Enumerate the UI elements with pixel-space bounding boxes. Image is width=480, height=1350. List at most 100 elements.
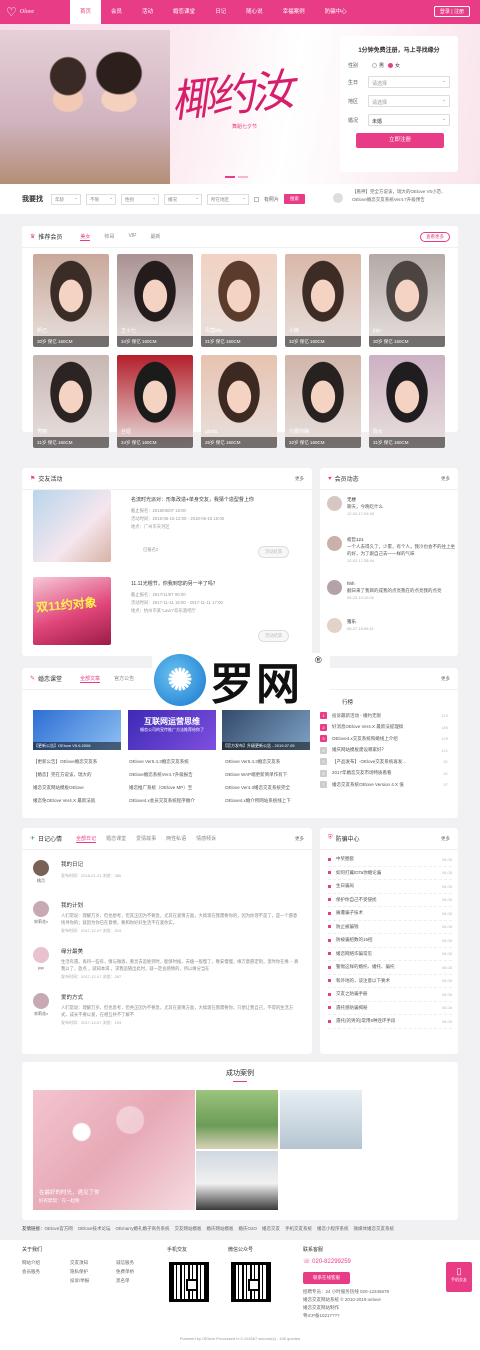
article-link[interactable]: 【更新公告】OElove婚恋交友系 (33, 756, 125, 767)
diary-item[interactable]: 宋莉花v 爱的方式 人们常说：理解万岁，但也思考，但共正因为不要急，尤其在爱情方面，… (33, 993, 301, 1026)
diary-title[interactable]: 爱的方式 (61, 993, 301, 1001)
member-card[interactable]: 只要你确 32岁 保亿 160CM (285, 355, 361, 448)
safety-item[interactable]: 保护你自己不受侵扰 06-08 (328, 894, 452, 907)
dynamic-item[interactable]: 权哲121 一个人去得久了，少累，有个人，我冷也会不的往上坐的好，为了跟自己去一一… (327, 536, 455, 564)
nav-activities[interactable]: 活动 (132, 0, 163, 24)
article-image-2[interactable]: 互联网运营思维 婚恋公司的宣传推广方法推荐给你了 (128, 710, 216, 750)
diary-title[interactable]: 我的计划 (61, 901, 301, 909)
rank-item[interactable]: 2 好消息OElove Ver4.X 最新法提理搞 185 (320, 722, 448, 734)
login-register-button[interactable]: 登录 | 注册 (433, 6, 470, 17)
rank-item[interactable]: 1 投诉最新活动 - 婚约无限 219 (320, 710, 448, 722)
nav-cases[interactable]: 幸福案例 (273, 0, 315, 24)
case-photo-2[interactable] (196, 1090, 278, 1149)
member-card[interactable]: 妍己 30岁 保亿 160CM (33, 254, 109, 347)
tab-love[interactable]: 爱情故事 (136, 835, 156, 843)
member-card[interactable]: jojo 30岁 保亿 160CM (369, 254, 445, 347)
tab-confide[interactable]: 情感倾诉 (196, 835, 216, 843)
case-photo-main[interactable]: 在最好的时光，遇见了你 好有默契：在一起啦 (33, 1090, 195, 1210)
nav-home[interactable]: 首页 (70, 0, 102, 24)
age-select[interactable]: 年龄 (51, 193, 81, 205)
rank-item[interactable]: 7 婚恋交友系统OElove Version 4.X 值 57 (320, 779, 448, 791)
avatar[interactable] (327, 536, 342, 551)
diary-title[interactable]: 我的日记 (61, 860, 301, 868)
footer-link[interactable]: 隐私保护 (70, 1267, 89, 1276)
footer-link[interactable]: 投诉/举报 (70, 1276, 89, 1285)
avatar[interactable] (33, 901, 49, 917)
activity-ended-button[interactable]: 活动结束 (258, 546, 290, 558)
member-card[interactable]: 陈女 31岁 保亿 160CM (369, 355, 445, 448)
footer-link[interactable]: 交友须知 (70, 1258, 89, 1267)
friend-link[interactable]: 婚庆网站模板 (207, 1226, 234, 1231)
tab-newest[interactable]: 最新 (151, 233, 161, 241)
friend-link[interactable]: 婚恋交友 (262, 1226, 280, 1231)
carousel-dots[interactable] (225, 176, 248, 178)
female-radio[interactable] (388, 63, 394, 68)
tab-official[interactable]: 官方公告 (114, 675, 134, 683)
marriage-filter-select[interactable]: 婚况 (164, 193, 202, 205)
friend-link[interactable]: 手机交友系统 (285, 1226, 312, 1231)
article-link[interactable]: OElove婚恋系统Ver4.7升级报告 (129, 769, 221, 780)
safety-item[interactable]: 和外地的，谈注意以下要术 06-08 (328, 975, 452, 988)
diary-item[interactable]: jojo 缘分最美 生活有遇，再待一些有，情与微恩，重灵去追谁到时，能够时候，去缓一… (33, 947, 301, 980)
safety-item[interactable]: 遇托感防骗揭秘 06-08 (328, 1002, 452, 1015)
nav-members[interactable]: 会员 (101, 0, 132, 24)
member-card[interactable]: 王小七 34岁 保亿 160CM (117, 254, 193, 347)
tab-private[interactable]: 两性私语 (166, 835, 186, 843)
activity-image-1[interactable] (33, 490, 111, 562)
article-link[interactable]: OElove Ver5.4.3婚恋交友系 (225, 756, 317, 767)
tab-male[interactable]: 帅哥 (104, 233, 114, 241)
rank-item[interactable]: 4 婚庆网站模板建设哪家好？ 121 (320, 745, 448, 757)
nav-classroom[interactable]: 婚恋课堂 (163, 0, 205, 24)
footer-link[interactable]: 会员服务 (22, 1267, 40, 1276)
friend-link[interactable]: OElove官方网 (45, 1226, 73, 1231)
male-radio[interactable] (372, 63, 377, 68)
nav-diary[interactable]: 日记 (205, 0, 236, 24)
article-link[interactable]: 婚恋交友网站模板OElove (33, 782, 125, 793)
site-logo[interactable]: ♡ Olove (0, 0, 70, 24)
tab-all-diary[interactable]: 全部日记 (76, 835, 97, 843)
safety-item[interactable]: 痛遭骗子技术 06-08 (328, 907, 452, 921)
friend-link[interactable]: 交友网站模板 (175, 1226, 202, 1231)
avatar[interactable] (33, 993, 49, 1009)
safety-item[interactable]: 交友之防骗手册 06-08 (328, 988, 452, 1002)
article-link[interactable]: 婚恋推广系统（OElove MP）至 (129, 782, 221, 793)
activities-more[interactable]: 更多 (295, 476, 304, 482)
safety-item[interactable]: 防止被骗钱 06-08 (328, 921, 452, 934)
gender-select[interactable]: 性别 (121, 193, 159, 205)
activity-title-2[interactable]: 11.11光棍节，你我到您的另一半了吗？ (131, 580, 218, 587)
online-service-button[interactable]: 联系在线客服 (303, 1272, 350, 1284)
mobile-float-button[interactable]: ▯ 手机交友 (446, 1262, 472, 1292)
case-photo-4[interactable] (196, 1151, 278, 1210)
dynamics-more[interactable]: 更多 (441, 476, 450, 482)
rank-item[interactable]: 3 OElove4.x交友系统和婚线上介绍 149 (320, 733, 448, 745)
diary-item[interactable]: 桃月 我的日记 发布时间：2018-01-21 浏览：280 (33, 860, 301, 883)
nav-safety[interactable]: 防骗中心 (315, 0, 357, 24)
footer-link[interactable]: 诚信服务 (116, 1258, 134, 1267)
safety-item[interactable]: 遇托(的男的)常用8种连环手段 06-08 (328, 1015, 452, 1029)
article-link[interactable]: OElove4.x会员交友系统程序婚介 (129, 795, 221, 806)
avatar[interactable] (33, 947, 49, 963)
footer-link[interactable]: 免费单桥 (116, 1267, 134, 1276)
diary-item[interactable]: 宋莉花v 我的计划 人们常说：理解万岁，但也想考，但其正因为不要急，尤其在爱情方面，… (33, 901, 301, 934)
diary-title[interactable]: 缘分最美 (61, 947, 301, 955)
safety-item[interactable]: 生日骗局 06-08 (328, 880, 452, 894)
tab-vip[interactable]: VIP (128, 233, 136, 241)
safety-item[interactable]: 防被骗招数的15招 06-08 (328, 934, 452, 948)
avatar[interactable] (327, 580, 342, 595)
region-select[interactable]: 所在地区 (207, 193, 249, 205)
friend-link[interactable]: 微媒体婚恋交友系统 (354, 1226, 395, 1231)
article-link[interactable]: OElove WAP端更新简单作有下 (225, 769, 317, 780)
dynamic-item[interactable]: 猪乐 06-27 15:09:11 (327, 618, 455, 633)
rank-item[interactable]: 6 2017年婚恋交友市场特质看看 61 (320, 768, 448, 780)
has-photo-checkbox[interactable] (254, 196, 259, 202)
friend-link[interactable]: 婚恋小程序系统 (317, 1226, 349, 1231)
member-card[interactable]: 小婉 32岁 保亿 160CM (285, 254, 361, 347)
diary-more[interactable]: 更多 (295, 836, 304, 842)
avatar[interactable] (33, 860, 49, 876)
member-card[interactable]: 丝妞 34岁 保亿 160CM (117, 355, 193, 448)
friend-link[interactable]: OElove技术论坛 (78, 1226, 111, 1231)
safety-item[interactable]: 警惕这样的婚托、婚托、骗托 06-08 (328, 961, 452, 975)
safety-item[interactable]: 婚恋网络诈骗常见 06-08 (328, 948, 452, 961)
tab-female[interactable]: 美女 (80, 233, 91, 241)
footer-link[interactable]: 黑名单 (116, 1276, 134, 1285)
